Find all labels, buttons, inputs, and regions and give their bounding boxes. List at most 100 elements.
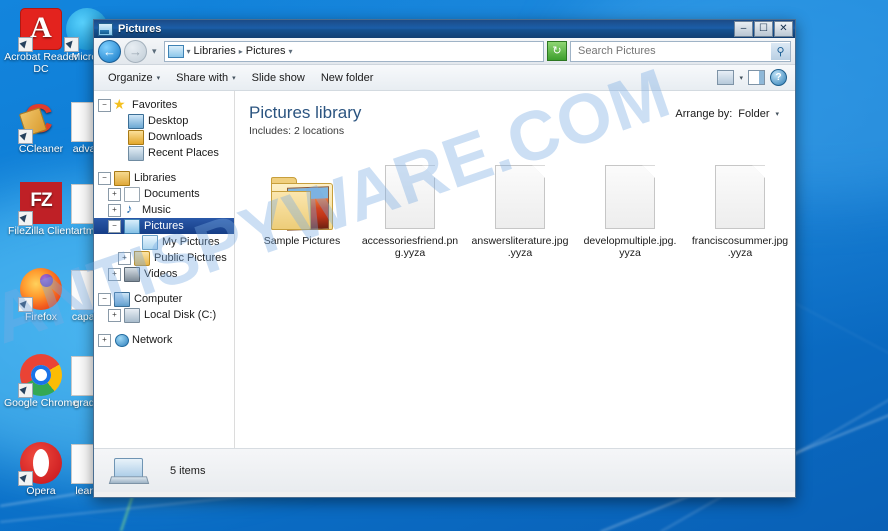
sidebar-item-label: Videos [144,268,178,280]
item-count: 5 items [170,464,206,477]
expander-icon[interactable]: + [108,267,121,281]
item-thumbnail [685,151,795,229]
expander-icon[interactable]: + [108,187,121,201]
sidebar-item-my-pictures[interactable]: My Pictures [94,234,234,250]
expander-icon[interactable]: − [98,171,111,185]
item-name: developmultiple.jpg.yyza [583,235,677,259]
sidebar-item-label: Local Disk (C:) [144,309,217,321]
breadcrumb-caret-icon[interactable]: ▾ [187,47,191,56]
share-with-label: Share with [176,71,229,84]
preview-pane-icon[interactable] [748,70,765,85]
slide-show-button[interactable]: Slide show [244,69,313,87]
address-library-icon [167,44,184,58]
refresh-button[interactable]: ↻ [547,41,567,61]
sidebar-item-downloads[interactable]: Downloads [94,129,234,145]
arrange-by-value[interactable]: Folder [738,108,769,120]
sidebar-item-label: My Pictures [162,236,220,248]
close-button[interactable]: ✕ [774,21,793,37]
command-bar: Organize ▾ Share with ▾ Slide show New f… [94,65,795,91]
help-icon[interactable]: ? [770,69,787,86]
sidebar-item-music[interactable]: + Music [94,201,234,218]
change-view-icon[interactable] [717,70,735,85]
expander-icon [114,132,125,143]
breadcrumb-libraries[interactable]: Libraries [194,45,236,57]
expander-icon[interactable]: − [108,219,121,233]
sidebar-item-computer[interactable]: − Computer [94,291,234,307]
forward-button[interactable]: → [124,39,147,63]
sidebar-item-label: Desktop [148,115,189,127]
search-input[interactable] [576,44,760,58]
expander-icon[interactable]: − [98,292,111,306]
view-chevron-down-icon[interactable]: ▾ [739,74,743,82]
list-item[interactable]: Sample Pictures [249,151,355,259]
folder-icon [271,177,333,231]
list-item[interactable]: franciscosummer.jpg.yyza [685,151,795,259]
sidebar-item-libraries[interactable]: − Libraries [94,170,234,186]
sidebar-item-local-disk-c[interactable]: + Local Disk (C:) [94,307,234,323]
breadcrumb-pictures[interactable]: Pictures [246,45,286,57]
back-button[interactable]: ← [98,39,121,63]
expander-icon[interactable]: + [98,333,111,347]
generic-file-icon [605,165,655,229]
list-item[interactable]: developmultiple.jpg.yyza [575,151,685,259]
chevron-down-icon[interactable]: ▾ [775,110,779,118]
item-thumbnail [575,151,685,229]
new-folder-button[interactable]: New folder [313,69,382,87]
item-thumbnail [355,151,465,229]
item-name: franciscosummer.jpg.yyza [691,235,789,259]
share-with-button[interactable]: Share with ▾ [168,69,244,87]
navigation-pane: − Favorites Desktop Downloads Recent Pla… [94,91,235,448]
sidebar-item-desktop[interactable]: Desktop [94,113,234,129]
videos-icon [124,266,140,282]
recent-pages-caret-icon[interactable]: ▾ [150,46,159,57]
sidebar-item-pictures[interactable]: − Pictures [94,218,234,234]
expander-icon[interactable]: + [108,308,121,322]
sidebar-item-label: Downloads [148,131,203,143]
search-icon[interactable]: ⚲ [771,42,790,60]
sidebar-item-public-pictures[interactable]: + Public Pictures [94,250,234,266]
pictures-icon [124,218,140,234]
star-icon [113,96,128,113]
expander-icon[interactable]: + [108,203,121,217]
sidebar-item-recent-places[interactable]: Recent Places [94,145,234,161]
library-includes: Includes: 2 locations [249,125,795,137]
sidebar-item-label: Music [142,204,171,216]
chevron-down-icon: ▾ [156,74,161,82]
expander-icon[interactable]: + [118,251,131,265]
file-list-pane[interactable]: Pictures library Includes: 2 locations A… [235,91,795,448]
shortcut-overlay-icon [18,297,33,312]
generic-file-icon [385,165,435,229]
explorer-window: Pictures – ☐ ✕ ← → ▾ ▾ Libraries ▸ Pictu… [93,19,796,498]
list-item[interactable]: accessoriesfriend.png.yyza [355,151,465,259]
window-title: Pictures [118,23,162,35]
expander-icon [114,116,125,127]
sidebar-item-label: Documents [144,188,200,200]
search-box[interactable]: ⚲ [570,40,791,62]
items-grid: Sample Pictures accessoriesfriend.png.yy… [235,137,795,259]
sidebar-item-label: Computer [134,293,183,305]
pictures-folder-icon [98,22,113,36]
arrange-by-label: Arrange by: [675,108,733,120]
computer-icon [114,291,130,307]
my-pictures-icon [142,234,158,250]
minimize-button[interactable]: – [734,21,753,37]
generic-file-icon [495,165,545,229]
arrange-by-control[interactable]: Arrange by: Folder ▾ [675,108,779,120]
sidebar-item-label: Network [132,334,173,346]
expander-icon[interactable]: − [98,98,111,112]
window-body: − Favorites Desktop Downloads Recent Pla… [94,91,795,448]
sidebar-item-videos[interactable]: + Videos [94,266,234,282]
list-item[interactable]: answersliterature.jpg.yyza [465,151,575,259]
sidebar-item-favorites[interactable]: − Favorites [94,96,234,113]
organize-button[interactable]: Organize ▾ [100,69,168,87]
maximize-button[interactable]: ☐ [754,21,773,37]
window-titlebar[interactable]: Pictures – ☐ ✕ [94,20,795,38]
address-bar[interactable]: ▾ Libraries ▸ Pictures ▾ [163,40,544,62]
sidebar-item-documents[interactable]: + Documents [94,186,234,202]
breadcrumb-more-caret-icon[interactable]: ▾ [289,47,293,56]
public-pictures-icon [134,250,150,266]
organize-label: Organize [108,71,153,84]
downloads-icon [128,129,144,145]
sidebar-item-network[interactable]: + Network [94,332,234,348]
